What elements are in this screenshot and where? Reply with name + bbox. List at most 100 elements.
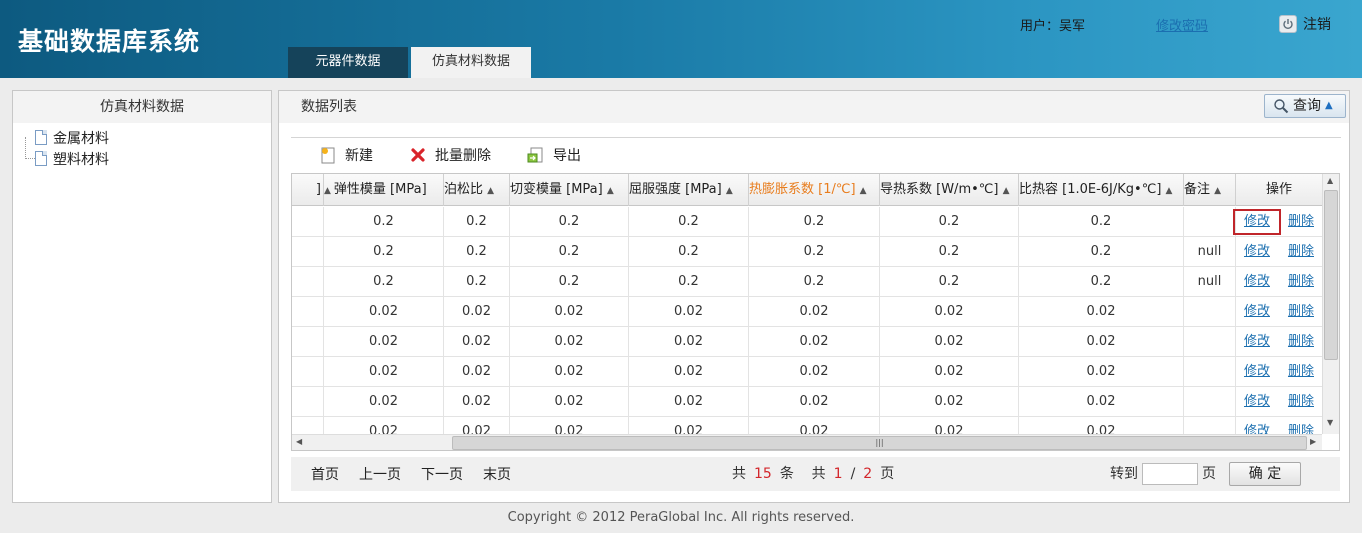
logout-label: 注销 (1303, 17, 1331, 33)
cell: 0.2 (510, 207, 629, 237)
column-header-label: 热膨胀系数 [1/℃] (749, 182, 856, 197)
vertical-scroll-thumb[interactable] (1324, 190, 1338, 360)
column-header-label: 导热系数 [W/m•℃] (880, 182, 999, 197)
sort-arrow-icon: ▲ (725, 186, 733, 196)
query-button[interactable]: 查询 ▲ (1264, 94, 1346, 118)
column-header[interactable]: 备注 ▲ (1184, 174, 1236, 206)
delete-link[interactable]: 删除 (1280, 207, 1322, 237)
scroll-right-arrow-icon[interactable]: ▶ (1310, 437, 1316, 446)
column-header-label: ] (315, 182, 321, 197)
delete-link[interactable]: 删除 (1280, 387, 1322, 417)
edit-link[interactable]: 修改 (1236, 297, 1278, 327)
column-header[interactable]: 屈服强度 [MPa] ▲ (629, 174, 749, 206)
cell: 0.02 (324, 387, 444, 417)
power-icon (1279, 15, 1297, 33)
tab-components[interactable]: 元器件数据 (288, 47, 408, 78)
note-cell (1184, 417, 1236, 434)
scroll-up-arrow-icon[interactable]: ▲ (1327, 176, 1333, 185)
column-header[interactable]: 泊松比 ▲ (444, 174, 510, 206)
app-header: 基础数据库系统 元器件数据 仿真材料数据 用户：吴军 修改密码 注销 (0, 0, 1362, 78)
table-row[interactable]: 0.02 0.02 0.02 0.02 0.02 0.02 0.02 修改 删除 (292, 417, 1322, 434)
table-row[interactable]: 0.02 0.02 0.02 0.02 0.02 0.02 0.02 修改 删除 (292, 327, 1322, 357)
edit-link[interactable]: 修改 (1236, 267, 1278, 297)
user-label: 用户：吴军 (1020, 19, 1086, 34)
cell: 0.02 (510, 297, 629, 327)
cell: 0.02 (1019, 357, 1184, 387)
confirm-button[interactable]: 确 定 (1229, 462, 1301, 486)
tree-item-metal[interactable]: 金属材料 (35, 127, 271, 148)
sort-arrow-icon: ▲ (606, 186, 614, 196)
goto-unit: 页 (1202, 466, 1216, 482)
cell (292, 357, 324, 387)
cell: 0.02 (324, 417, 444, 434)
edit-link[interactable]: 修改 (1236, 237, 1278, 267)
column-header[interactable]: ▲ 弹性模量 [MPa] (324, 174, 444, 206)
delete-link[interactable]: 删除 (1280, 237, 1322, 267)
column-header[interactable]: 切变模量 [MPa] ▲ (510, 174, 629, 206)
cell: 0.2 (749, 237, 880, 267)
cell: 0.02 (629, 327, 749, 357)
delete-link[interactable]: 删除 (1280, 267, 1322, 297)
table-row[interactable]: 0.02 0.02 0.02 0.02 0.02 0.02 0.02 修改 删除 (292, 387, 1322, 417)
cell: 0.2 (880, 237, 1019, 267)
column-header[interactable]: ] (292, 174, 324, 206)
page-prefix: 共 (811, 466, 826, 482)
material-tree: 金属材料 塑料材料 (13, 123, 271, 169)
export-label: 导出 (553, 148, 581, 164)
cell: 0.2 (324, 267, 444, 297)
cell: 0.02 (749, 387, 880, 417)
cell: 0.02 (749, 417, 880, 434)
cell: 0.2 (324, 237, 444, 267)
pagination-bar: 首页 上一页 下一页 末页 共 15 条 共 1/2 页 转到 页 确 定 (291, 457, 1340, 491)
note-cell (1184, 297, 1236, 327)
prev-page-link[interactable]: 上一页 (359, 464, 401, 484)
first-page-link[interactable]: 首页 (311, 464, 339, 484)
grid-header-row: ] ▲ 弹性模量 [MPa] 泊松比 ▲ 切变模量 [MPa] ▲ 屈服强度 [M… (292, 174, 1322, 206)
delete-link[interactable]: 删除 (1280, 297, 1322, 327)
cell: 0.2 (629, 237, 749, 267)
new-button[interactable]: 新建 (319, 145, 373, 165)
table-row[interactable]: 0.2 0.2 0.2 0.2 0.2 0.2 0.2 null 修改 删除 (292, 237, 1322, 267)
edit-link[interactable]: 修改 (1236, 357, 1278, 387)
goto-page-input[interactable] (1142, 463, 1198, 485)
cell (292, 237, 324, 267)
document-icon (35, 151, 47, 166)
data-grid: ] ▲ 弹性模量 [MPa] 泊松比 ▲ 切变模量 [MPa] ▲ 屈服强度 [M… (291, 173, 1340, 451)
column-header[interactable]: 比热容 [1.0E-6J/Kg•℃] ▲ (1019, 174, 1184, 206)
batch-delete-button[interactable]: 批量删除 (409, 145, 491, 165)
edit-link[interactable]: 修改 (1236, 387, 1278, 417)
search-icon (1274, 99, 1289, 114)
cell: 0.02 (444, 357, 510, 387)
column-header[interactable]: 热膨胀系数 [1/℃] ▲ (749, 174, 880, 206)
horizontal-scroll-thumb[interactable]: ||| (452, 436, 1307, 450)
column-header[interactable]: 导热系数 [W/m•℃] ▲ (880, 174, 1019, 206)
export-button[interactable]: 导出 (527, 145, 581, 165)
table-row[interactable]: 0.2 0.2 0.2 0.2 0.2 0.2 0.2 null 修改 删除 (292, 267, 1322, 297)
sort-arrow-icon: ▲ (1214, 186, 1222, 196)
last-page-link[interactable]: 末页 (483, 464, 511, 484)
change-password-link[interactable]: 修改密码 (1156, 15, 1208, 34)
table-row[interactable]: 0.2 0.2 0.2 0.2 0.2 0.2 0.2 修改 删除 (292, 207, 1322, 237)
horizontal-scrollbar[interactable]: ◀ ||| ▶ (292, 434, 1322, 450)
edit-link[interactable]: 修改 (1236, 207, 1278, 237)
main-title: 数据列表 (301, 99, 357, 115)
delete-link[interactable]: 删除 (1280, 357, 1322, 387)
edit-link[interactable]: 修改 (1236, 417, 1278, 434)
tree-item-label: 塑料材料 (53, 151, 109, 168)
tree-item-plastic[interactable]: 塑料材料 (35, 148, 271, 169)
cell (292, 267, 324, 297)
sort-arrow-icon: ▲ (324, 186, 331, 196)
table-row[interactable]: 0.02 0.02 0.02 0.02 0.02 0.02 0.02 修改 删除 (292, 357, 1322, 387)
scroll-left-arrow-icon[interactable]: ◀ (296, 437, 302, 446)
vertical-scrollbar[interactable]: ▲ ▼ (1322, 174, 1339, 434)
next-page-link[interactable]: 下一页 (421, 464, 463, 484)
delete-link[interactable]: 删除 (1280, 417, 1322, 434)
edit-link[interactable]: 修改 (1236, 327, 1278, 357)
sidebar-title: 仿真材料数据 (13, 91, 271, 123)
table-row[interactable]: 0.02 0.02 0.02 0.02 0.02 0.02 0.02 修改 删除 (292, 297, 1322, 327)
scroll-down-arrow-icon[interactable]: ▼ (1327, 418, 1333, 427)
tree-item-label: 金属材料 (53, 130, 109, 147)
delete-link[interactable]: 删除 (1280, 327, 1322, 357)
tab-simulation-materials[interactable]: 仿真材料数据 (411, 47, 531, 78)
logout-button[interactable]: 注销 (1279, 14, 1331, 34)
